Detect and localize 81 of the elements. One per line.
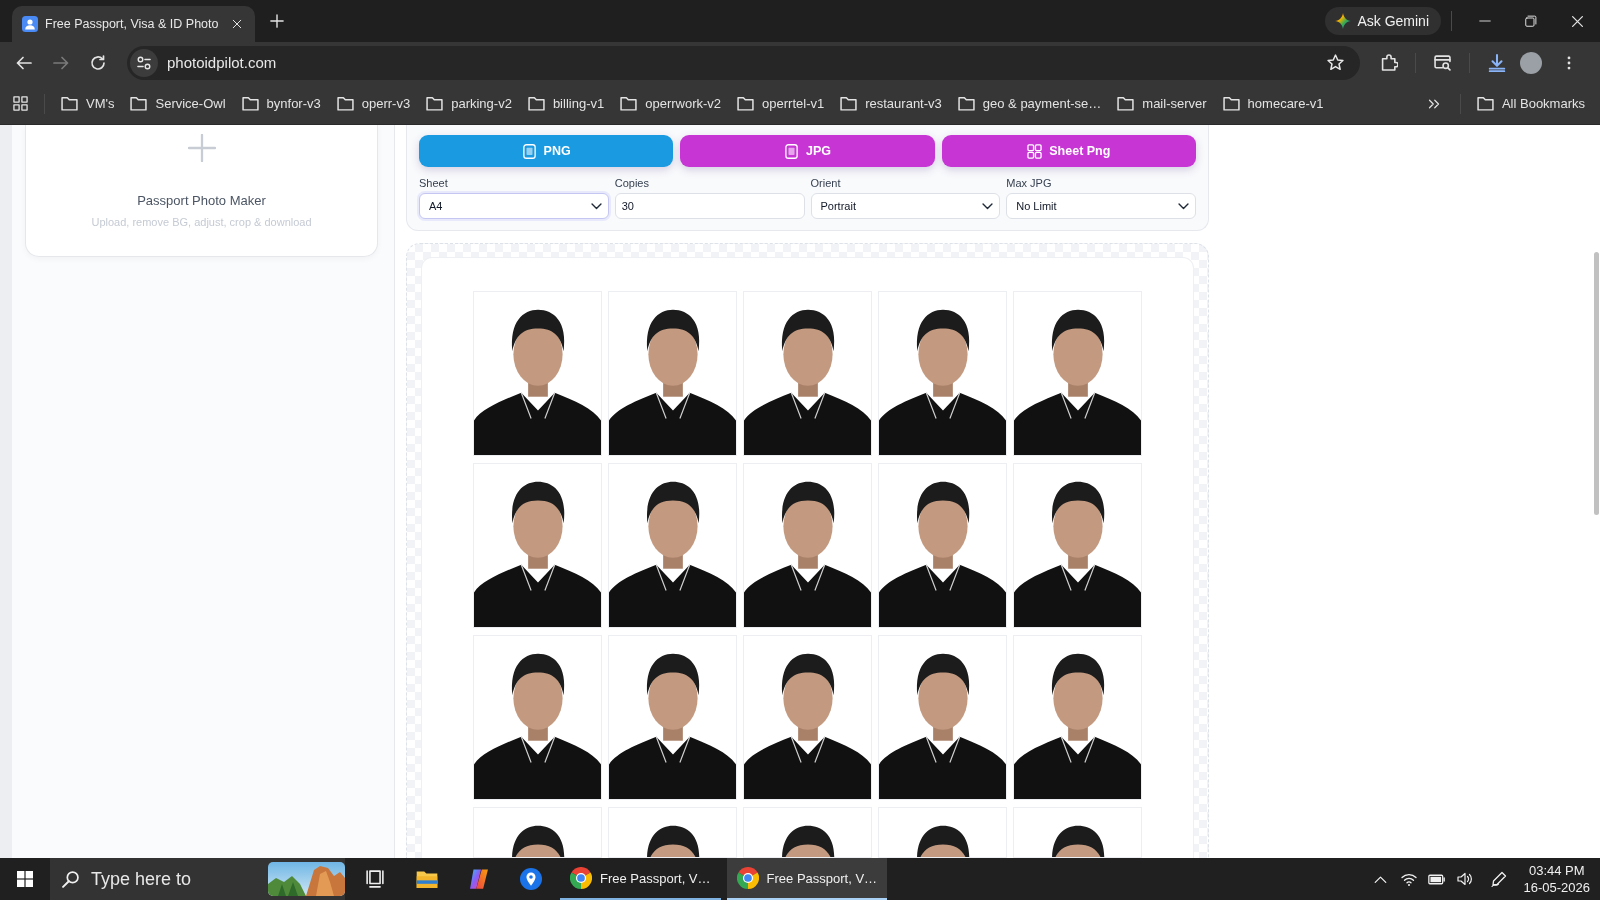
frame-icon [521,143,537,159]
taskbar-app[interactable]: Free Passport, V… [560,858,721,900]
restore-icon [1525,15,1537,27]
ask-button[interactable]: Ask Gemini [1325,7,1441,35]
map-pin-icon [520,868,542,890]
tune-icon[interactable] [130,48,158,77]
volume-icon[interactable] [1456,871,1473,887]
search-field[interactable]: Type here to [50,858,345,900]
folder-icon [416,868,438,890]
bookmark-folder[interactable]: operrwork-v2 [612,89,730,118]
folder-icon [130,95,148,112]
avatar-icon [1520,51,1542,74]
folder-icon [336,95,354,112]
field-label: Orient [810,177,841,190]
folder-icon [840,95,858,112]
double-chevron-icon [1427,97,1440,110]
tool-card[interactable]: Passport Photo Maker Upload, remove BG, adjust, crop & download [25,125,378,257]
landscape-icon[interactable] [268,862,345,896]
browser-icon [570,867,592,889]
bookmark-folder[interactable]: operrtel-v1 [729,89,833,118]
task-view-icon [366,870,384,888]
scrollbar-thumb[interactable] [1594,252,1599,515]
folder-icon [620,95,638,112]
input-field[interactable]: 30 [614,193,805,219]
taskbar-app[interactable]: Free Passport, V… [726,858,888,900]
start-icon [17,871,33,887]
bookmark-folder[interactable]: billing-v1 [519,89,613,118]
reload-icon [90,54,106,71]
grid-icon [1027,143,1043,159]
forward-arrow-icon [53,54,69,71]
folder-icon [1117,95,1135,112]
back-arrow-icon [16,54,32,71]
field-label: Max JPG [1006,177,1052,190]
sparkle-icon [1335,13,1352,29]
close-icon [1570,14,1584,28]
bookmark-folder[interactable]: mail-server [1109,89,1215,118]
pen-icon[interactable] [1490,871,1507,887]
bookmark-folder[interactable]: All Bookmarks [1468,89,1593,118]
bookmark-folder[interactable]: operr-v3 [328,89,419,118]
folder-icon [1222,95,1240,112]
bookmark-folder[interactable]: VM's [53,89,123,118]
frame-icon [784,143,799,159]
bookmark-folder[interactable]: homecare-v1 [1214,89,1332,118]
plus-icon [270,14,285,28]
browser-tab[interactable]: Free Passport, Visa & ID Photo [12,6,256,42]
card-title: Passport Photo Maker [137,193,266,208]
plus-icon [187,134,216,162]
export-button[interactable]: JPG [680,135,935,167]
export-button[interactable]: Sheet Png [941,135,1196,167]
clock-date: 16-05-2026 [1523,879,1590,896]
folder-icon [61,95,78,112]
grid-icon [12,96,28,111]
folder-icon [426,95,444,112]
browser-icon [736,867,759,889]
download-icon [1488,53,1506,72]
search-icon [62,870,79,888]
field-label: Sheet [419,177,448,190]
folder-icon [737,95,755,112]
bookmark-folder[interactable]: geo & payment-se… [949,89,1110,118]
star-icon[interactable] [1327,54,1344,71]
folder-icon [241,95,259,112]
address-bar[interactable]: photoidpilot.com [127,45,1360,80]
close-icon[interactable] [232,19,243,29]
wifi-icon[interactable] [1400,871,1417,887]
bookmark-folder[interactable]: bynfor-v3 [233,89,329,118]
person-icon [22,16,38,32]
bookmark-folder[interactable]: Service-Owl [122,89,234,118]
card-description: Upload, remove BG, adjust, crop & download [91,216,312,228]
bookmark-folder[interactable]: restaurant-v3 [832,89,950,118]
clock-time: 03:44 PM [1528,862,1585,879]
tab-search-icon [1433,54,1451,71]
dropdown[interactable]: No Limit [1006,193,1196,219]
bookmark-folder[interactable]: parking-v2 [418,89,520,118]
folder-icon [527,95,545,112]
dropdown[interactable]: Portrait [810,193,1001,219]
field-label: Copies [614,177,649,190]
ribbon-icon [468,868,490,890]
puzzle-icon [1380,54,1398,71]
folder-icon [957,95,975,112]
folder-icon [1476,95,1494,112]
dropdown[interactable]: A4 [419,193,609,219]
